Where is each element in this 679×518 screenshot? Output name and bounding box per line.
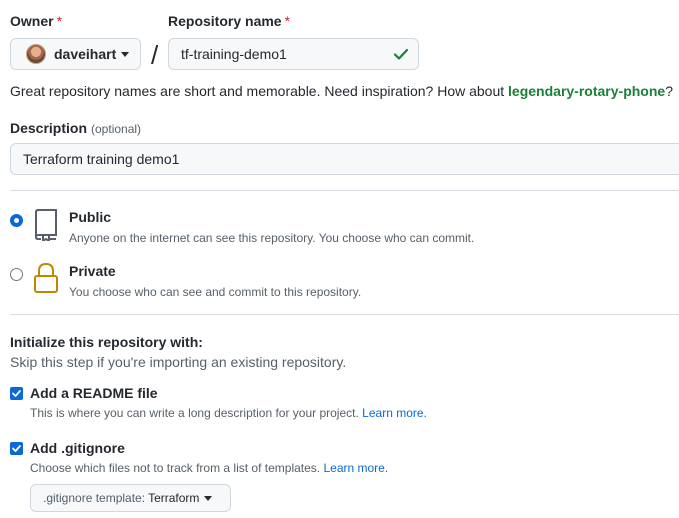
- avatar: [26, 44, 46, 64]
- caret-down-icon: [204, 495, 213, 501]
- repository-name-input[interactable]: tf-training-demo1: [168, 38, 419, 70]
- readme-checkbox[interactable]: [10, 387, 23, 400]
- name-hint-text: Great repository names are short and mem…: [10, 83, 509, 99]
- owner-label: Owner *: [10, 13, 62, 29]
- description-label: Description (optional): [10, 120, 141, 136]
- checkmark-icon: [12, 390, 21, 397]
- gitignore-description: Choose which files not to track from a l…: [30, 461, 388, 475]
- gitignore-checkbox[interactable]: [10, 442, 23, 455]
- divider: [10, 314, 679, 315]
- gitignore-learn-more-link[interactable]: Learn more.: [323, 461, 388, 475]
- owner-select-button[interactable]: daveihart: [10, 38, 141, 70]
- readme-description: This is where you can write a long descr…: [30, 406, 427, 420]
- name-hint: Great repository names are short and mem…: [10, 83, 673, 99]
- public-description: Anyone on the internet can see this repo…: [69, 231, 475, 245]
- init-title: Initialize this repository with:: [10, 334, 203, 350]
- description-input[interactable]: Terraform training demo1: [10, 143, 679, 175]
- template-value: Terraform: [148, 491, 200, 505]
- checkmark-icon: [12, 445, 21, 452]
- gitignore-description-text: Choose which files not to track from a l…: [30, 461, 321, 475]
- caret-down-icon: [121, 51, 130, 57]
- lock-icon: [34, 262, 58, 293]
- repository-name-label-text: Repository name: [168, 13, 282, 29]
- repository-name-label: Repository name *: [168, 13, 290, 29]
- private-title: Private: [69, 263, 116, 279]
- private-description: You choose who can see and commit to thi…: [69, 285, 362, 299]
- public-title: Public: [69, 209, 112, 225]
- private-radio[interactable]: [10, 268, 23, 281]
- readme-description-text: This is where you can write a long descr…: [30, 406, 359, 420]
- required-mark: *: [56, 13, 63, 29]
- repo-icon: [35, 209, 57, 241]
- suggested-name-link[interactable]: legendary-rotary-phone: [508, 83, 665, 99]
- gitignore-label[interactable]: Add .gitignore: [30, 440, 125, 456]
- readme-learn-more-link[interactable]: Learn more.: [362, 406, 427, 420]
- name-hint-end: ?: [665, 83, 673, 99]
- template-prefix: .gitignore template:: [43, 491, 146, 505]
- required-mark: *: [284, 13, 291, 29]
- description-label-text: Description: [10, 120, 88, 136]
- init-subtitle: Skip this step if you're importing an ex…: [10, 354, 347, 370]
- gitignore-template-select[interactable]: .gitignore template: Terraform: [30, 484, 231, 512]
- readme-label[interactable]: Add a README file: [30, 385, 158, 401]
- optional-tag: (optional): [91, 122, 142, 136]
- public-radio[interactable]: [10, 214, 23, 227]
- check-icon: [393, 48, 409, 60]
- owner-name: daveihart: [54, 46, 117, 62]
- owner-label-text: Owner: [10, 13, 54, 29]
- divider: [10, 190, 679, 191]
- owner-repo-separator: /: [151, 40, 159, 70]
